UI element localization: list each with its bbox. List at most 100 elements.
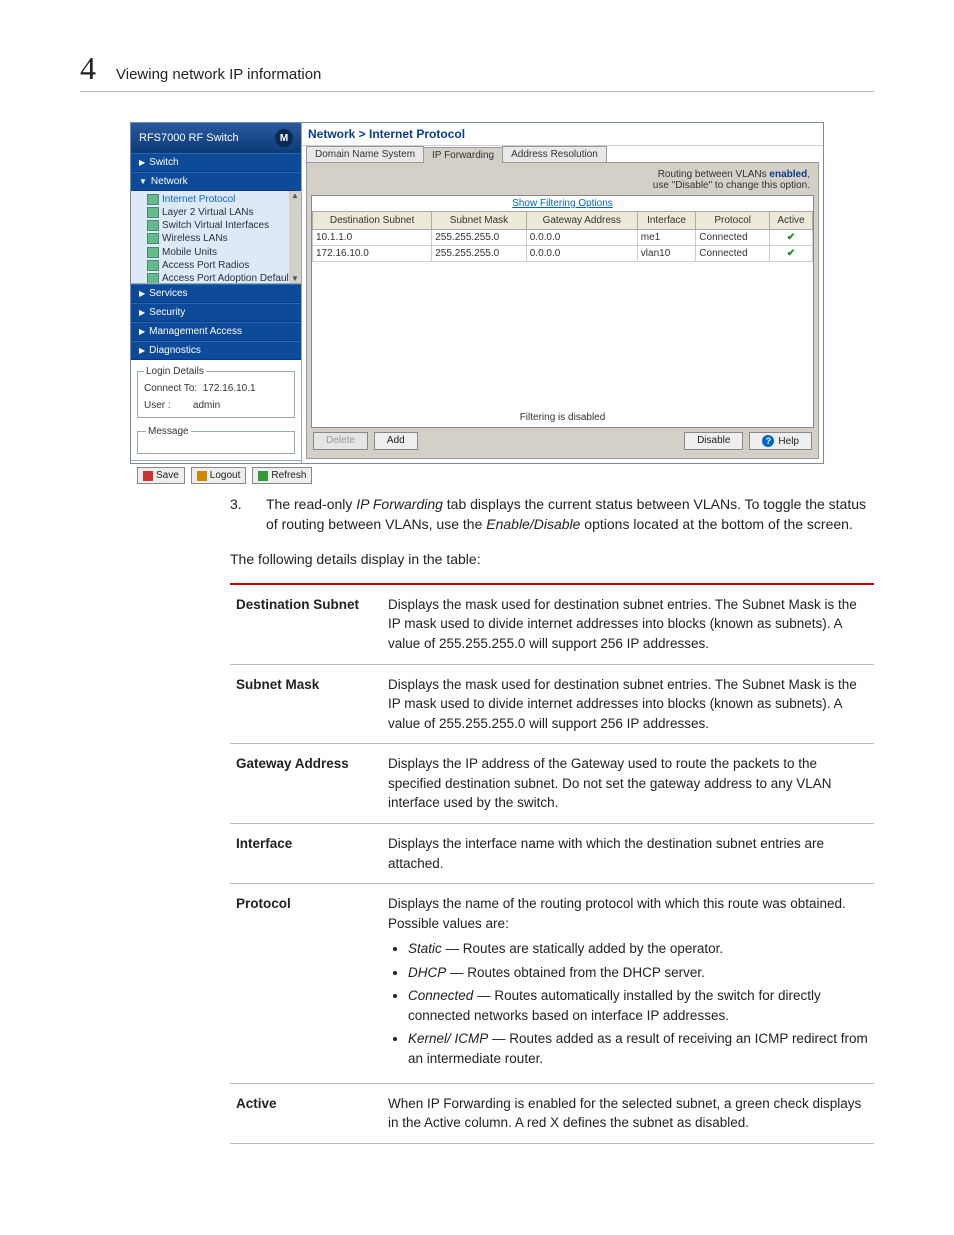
desc-row: Active When IP Forwarding is enabled for… [230,1083,874,1143]
login-details: Login Details Connect To: 172.16.10.1 Us… [137,366,295,418]
caret-right-icon: ▶ [139,327,145,336]
show-filtering-link[interactable]: Show Filtering Options [312,196,813,211]
connect-to-value: 172.16.10.1 [203,383,256,394]
logout-button[interactable]: Logout [191,467,247,484]
app-screenshot: RFS7000 RF Switch M ▶Switch ▼Network Int… [130,122,824,464]
main-panel: Network > Internet Protocol Domain Name … [302,123,823,463]
folder-icon [147,207,159,218]
sidebar: RFS7000 RF Switch M ▶Switch ▼Network Int… [131,123,302,463]
folder-icon [147,260,159,271]
desc-row: Gateway Address Displays the IP address … [230,744,874,824]
desc-row: Interface Displays the interface name wi… [230,823,874,883]
desc-val: Displays the IP address of the Gateway u… [382,744,874,824]
col-protocol[interactable]: Protocol [696,212,770,230]
table-header-row: Destination Subnet Subnet Mask Gateway A… [313,212,813,230]
caret-right-icon: ▶ [139,346,145,355]
tree-item[interactable]: Mobile Units [147,246,301,259]
tree-item[interactable]: Wireless LANs [147,232,301,245]
routes-table: Destination Subnet Subnet Mask Gateway A… [312,211,813,262]
nav-tree: Internet Protocol Layer 2 Virtual LANs S… [131,191,301,284]
desc-val: When IP Forwarding is enabled for the se… [382,1083,874,1143]
login-legend: Login Details [144,366,206,377]
nav-switch[interactable]: ▶Switch [131,153,301,172]
folder-icon [147,247,159,258]
save-icon [143,471,153,481]
nav-diagnostics[interactable]: ▶Diagnostics [131,341,301,360]
page-header: 4 Viewing network IP information [80,50,874,92]
refresh-icon [258,471,268,481]
tree-item[interactable]: Access Port Adoption Defaults [147,272,301,284]
desc-key: Protocol [230,884,382,1084]
tree-item-internet-protocol[interactable]: Internet Protocol [147,193,301,206]
nav-security[interactable]: ▶Security [131,303,301,322]
folder-icon [147,233,159,244]
tree-item[interactable]: Layer 2 Virtual LANs [147,206,301,219]
logout-icon [197,471,207,481]
list-item: Connected — Routes automatically install… [408,986,868,1025]
table-row[interactable]: 10.1.1.0 255.255.255.0 0.0.0.0 me1 Conne… [313,230,813,246]
scrollbar[interactable]: ▲ ▼ [289,191,301,283]
desc-key: Subnet Mask [230,664,382,744]
message-legend: Message [146,426,191,437]
folder-icon [147,273,159,284]
desc-row: Protocol Displays the name of the routin… [230,884,874,1084]
col-gateway[interactable]: Gateway Address [526,212,637,230]
routes-grid: Show Filtering Options Destination Subne… [311,195,814,428]
caret-down-icon: ▼ [139,177,147,186]
routing-status-note: Routing between VLANs enabled, use "Disa… [311,167,814,193]
protocol-list: Static — Routes are statically added by … [388,939,868,1068]
nav-management-access[interactable]: ▶Management Access [131,322,301,341]
message-box: Message [137,426,295,454]
table-intro: The following details display in the tab… [230,549,874,569]
ip-forwarding-panel: Routing between VLANs enabled, use "Disa… [306,162,819,459]
tree-item[interactable]: Access Port Radios [147,259,301,272]
breadcrumb: Network > Internet Protocol [302,123,823,146]
desc-key: Destination Subnet [230,584,382,664]
add-button[interactable]: Add [374,432,418,450]
caret-right-icon: ▶ [139,308,145,317]
nav-network[interactable]: ▼Network [131,172,301,191]
check-icon: ✔ [773,248,809,259]
col-subnet-mask[interactable]: Subnet Mask [432,212,527,230]
chapter-title: Viewing network IP information [116,66,321,83]
col-dest-subnet[interactable]: Destination Subnet [313,212,432,230]
product-name: RFS7000 RF Switch [139,132,239,144]
tab-address-resolution[interactable]: Address Resolution [502,146,607,162]
col-interface[interactable]: Interface [637,212,696,230]
sidebar-toolbar: Save Logout Refresh [131,460,301,490]
filter-status: Filtering is disabled [312,408,813,427]
help-button[interactable]: ?Help [749,432,812,450]
tab-bar: Domain Name System IP Forwarding Address… [302,146,823,162]
caret-right-icon: ▶ [139,289,145,298]
body-text: 3. The read-only IP Forwarding tab displ… [230,494,874,1144]
desc-key: Gateway Address [230,744,382,824]
disable-button[interactable]: Disable [684,432,743,450]
desc-val: Displays the mask used for destination s… [382,664,874,744]
help-icon: ? [762,435,774,447]
nav-services[interactable]: ▶Services [131,284,301,303]
list-item: DHCP — Routes obtained from the DHCP ser… [408,963,868,983]
panel-buttons: Delete Add Disable ?Help [311,428,814,454]
brand-bar: RFS7000 RF Switch M [131,123,301,153]
step-3: 3. The read-only IP Forwarding tab displ… [230,494,874,535]
desc-row: Destination Subnet Displays the mask use… [230,584,874,664]
check-icon: ✔ [773,232,809,243]
desc-row: Subnet Mask Displays the mask used for d… [230,664,874,744]
desc-val: Displays the name of the routing protoco… [382,884,874,1084]
delete-button[interactable]: Delete [313,432,368,450]
refresh-button[interactable]: Refresh [252,467,312,484]
tab-ip-forwarding[interactable]: IP Forwarding [423,147,503,163]
tab-dns[interactable]: Domain Name System [306,146,424,162]
chapter-number: 4 [80,50,96,87]
desc-key: Active [230,1083,382,1143]
desc-val: Displays the interface name with which t… [382,823,874,883]
desc-key: Interface [230,823,382,883]
tree-item[interactable]: Switch Virtual Interfaces [147,219,301,232]
step-number: 3. [230,494,250,535]
scroll-up-icon[interactable]: ▲ [291,191,299,200]
save-button[interactable]: Save [137,467,185,484]
col-active[interactable]: Active [770,212,813,230]
scroll-down-icon[interactable]: ▼ [291,274,299,283]
motorola-logo-icon: M [275,129,293,147]
table-row[interactable]: 172.16.10.0 255.255.255.0 0.0.0.0 vlan10… [313,246,813,262]
